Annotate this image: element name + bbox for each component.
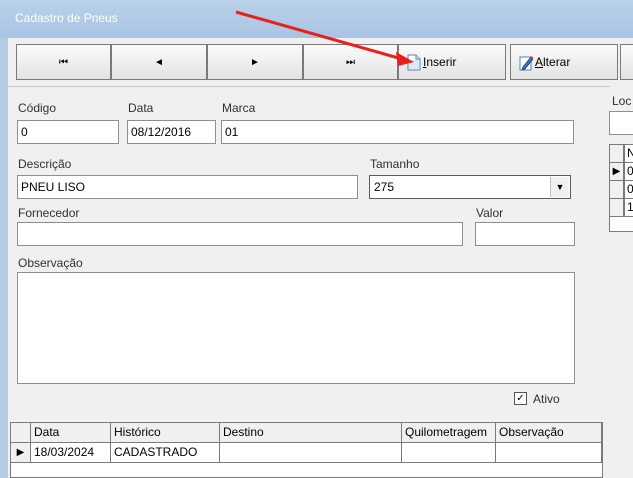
dropdown-arrow-icon[interactable]: ▼: [550, 177, 569, 197]
codigo-input[interactable]: 0: [17, 120, 119, 144]
table-cell[interactable]: [496, 443, 602, 463]
row-indicator-icon: [610, 199, 624, 217]
grid-header-indicator: [11, 423, 31, 443]
next-record-button[interactable]: ►: [207, 44, 303, 80]
grid-header-observacao[interactable]: Observação: [496, 423, 602, 443]
codigo-label: Código: [18, 101, 57, 115]
window-title: Cadastro de Pneus: [15, 11, 118, 25]
list-item[interactable]: 1: [624, 199, 633, 217]
fornecedor-label: Fornecedor: [18, 206, 80, 220]
first-record-icon: ⏮: [59, 56, 68, 68]
row-indicator-icon: ▶: [610, 163, 624, 181]
tamanho-label: Tamanho: [370, 157, 420, 171]
table-cell[interactable]: 18/03/2024: [31, 443, 111, 463]
list-item[interactable]: 0: [624, 163, 633, 181]
descricao-input[interactable]: PNEU LISO: [17, 175, 358, 199]
previous-record-icon: ◄: [154, 56, 164, 68]
window-frame: [0, 38, 8, 478]
grid-header-quilometragem[interactable]: Quilometragem: [402, 423, 496, 443]
observacao-textarea[interactable]: [17, 272, 575, 384]
marca-label: Marca: [222, 101, 256, 115]
last-record-button[interactable]: ⏭: [303, 44, 398, 80]
row-indicator-icon: [610, 181, 624, 199]
ativo-label: Ativo: [533, 392, 560, 406]
toolbar-separator: [8, 86, 610, 87]
next-record-icon: ►: [250, 56, 260, 68]
grid-header-historico[interactable]: Histórico: [111, 423, 220, 443]
valor-label: Valor: [476, 206, 504, 220]
insert-button-label: Inserir: [423, 55, 457, 69]
valor-input[interactable]: [475, 222, 575, 246]
check-icon: ✓: [516, 393, 525, 404]
observacao-label: Observação: [18, 256, 83, 270]
table-cell[interactable]: [402, 443, 496, 463]
row-indicator-icon: [610, 145, 624, 163]
alter-button[interactable]: Alterar: [510, 44, 618, 80]
new-document-icon: [407, 54, 421, 71]
last-record-icon: ⏭: [346, 56, 355, 68]
grid-header-data[interactable]: Data: [31, 423, 111, 443]
data-input[interactable]: 08/12/2016: [127, 120, 216, 144]
fornecedor-input[interactable]: [17, 222, 463, 246]
navigator-toolbar: ⏮ ◄ ► ⏭ Inserir Alterar: [16, 44, 633, 82]
right-panel-grid[interactable]: N ▶ 0 0 1: [609, 144, 633, 232]
ativo-checkbox[interactable]: ✓: [514, 392, 527, 405]
alter-button-label: Alterar: [535, 55, 571, 69]
descricao-label: Descrição: [18, 157, 72, 171]
grid-header-destino[interactable]: Destino: [220, 423, 402, 443]
window-client-area: [8, 38, 633, 478]
list-item[interactable]: N: [624, 145, 633, 163]
tamanho-selected-value: 275: [374, 180, 395, 194]
history-grid[interactable]: Data Histórico Destino Quilometragem Obs…: [10, 422, 603, 478]
toolbar-overflow-button[interactable]: [620, 44, 633, 80]
marca-input[interactable]: 01: [221, 120, 574, 144]
edit-pencil-icon: [519, 56, 533, 71]
right-panel-label: Loc: [612, 94, 632, 108]
data-label: Data: [128, 101, 154, 115]
tamanho-select[interactable]: 275 ▼: [369, 175, 571, 199]
title-bar[interactable]: Cadastro de Pneus: [0, 0, 633, 38]
table-cell[interactable]: [220, 443, 402, 463]
table-cell[interactable]: CADASTRADO: [111, 443, 220, 463]
right-panel-input[interactable]: [609, 111, 633, 135]
previous-record-button[interactable]: ◄: [111, 44, 207, 80]
row-indicator-icon: ▶: [11, 443, 31, 463]
first-record-button[interactable]: ⏮: [16, 44, 111, 80]
insert-button[interactable]: Inserir: [398, 44, 506, 80]
list-item[interactable]: 0: [624, 181, 633, 199]
